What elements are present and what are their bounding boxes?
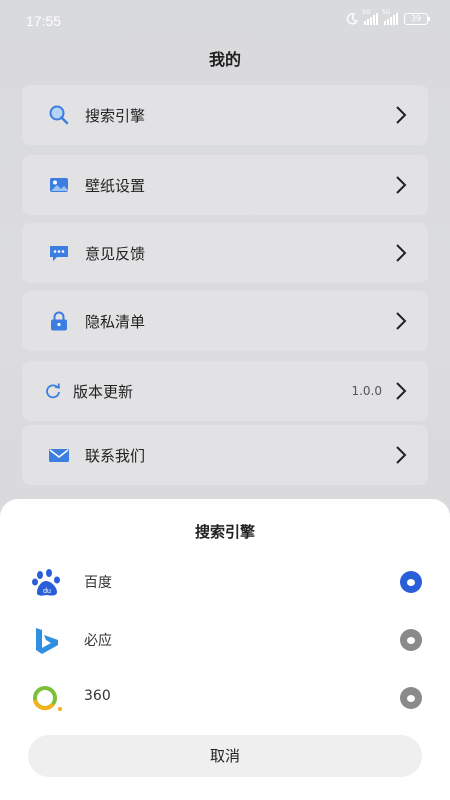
menu-label: 隐私清单 (85, 312, 146, 331)
menu-label: 联系我们 (85, 446, 146, 465)
signal-icon: 5G (382, 9, 398, 25)
chevron-right-icon (396, 106, 407, 124)
menu-label: 壁纸设置 (85, 176, 146, 195)
refresh-icon (46, 383, 61, 399)
search-engine-sheet: 搜索引擎 du 百度 必应 360 取消 (0, 499, 450, 800)
sheet-title: 搜索引擎 (194, 523, 255, 541)
engine-name: 必应 (84, 633, 112, 649)
engine-name: 百度 (84, 575, 112, 591)
menu-item-version-update[interactable]: 版本更新 1.0.0 (22, 361, 428, 421)
page-title: 我的 (208, 50, 241, 69)
moon-icon (346, 13, 358, 25)
engine-option-360[interactable]: 360 (0, 673, 450, 723)
menu-item-contact-us[interactable]: 联系我们 (22, 425, 428, 485)
status-time: 17:55 (26, 13, 62, 29)
chevron-right-icon (396, 176, 407, 194)
chevron-right-icon (396, 446, 407, 464)
engine-option-bing[interactable]: 必应 (0, 615, 450, 665)
chevron-right-icon (396, 244, 407, 262)
wallpaper-icon (50, 178, 68, 192)
svg-text:du: du (43, 588, 51, 595)
chat-bubble-icon (50, 246, 68, 261)
360-logo-icon (33, 686, 62, 711)
menu-item-feedback[interactable]: 意见反馈 (22, 223, 428, 283)
engine-name: 360 (84, 688, 111, 704)
menu-label: 版本更新 (73, 382, 134, 401)
search-icon (49, 105, 69, 125)
radio-unselected[interactable] (400, 687, 422, 709)
version-number: 1.0.0 (351, 384, 382, 398)
lock-icon (51, 311, 67, 331)
radio-selected[interactable] (400, 571, 422, 593)
menu-label: 意见反馈 (85, 244, 146, 263)
menu-item-search-engine[interactable]: 搜索引擎 (22, 85, 428, 145)
battery-icon: 39 (404, 13, 430, 25)
status-bar: 17:55 5G 5G 39 (0, 0, 450, 42)
chevron-right-icon (396, 312, 407, 330)
radio-unselected[interactable] (400, 629, 422, 651)
menu-item-wallpaper[interactable]: 壁纸设置 (22, 155, 428, 215)
baidu-logo-icon: du (32, 569, 60, 596)
status-icons: 5G 5G 39 (346, 9, 430, 25)
cancel-button[interactable]: 取消 (28, 735, 422, 777)
chevron-right-icon (396, 382, 407, 400)
signal-icon: 5G (362, 9, 378, 25)
menu-label: 搜索引擎 (85, 106, 146, 125)
bing-logo-icon (36, 628, 58, 654)
battery-level: 39 (410, 14, 422, 23)
menu-item-privacy-list[interactable]: 隐私清单 (22, 291, 428, 351)
engine-option-baidu[interactable]: du 百度 (0, 557, 450, 607)
mail-icon (49, 449, 69, 462)
